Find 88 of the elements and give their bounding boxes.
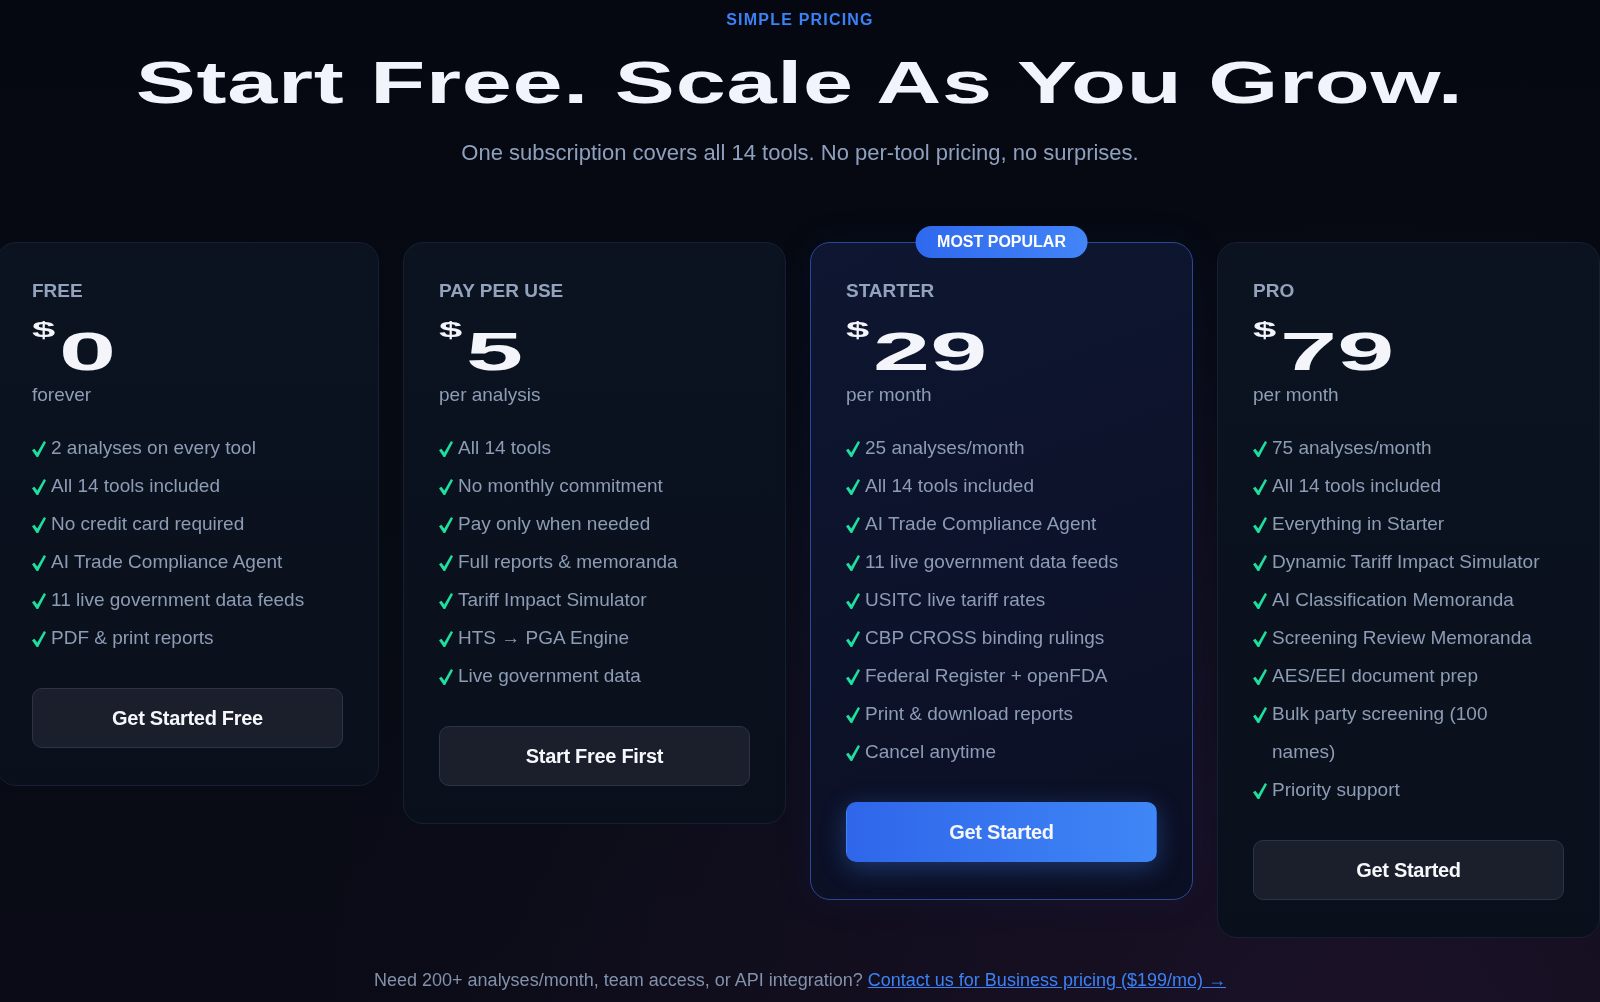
page-headline: Start Free. Scale As You Grow. <box>136 48 1464 118</box>
check-icon <box>32 631 46 647</box>
check-icon <box>1253 517 1267 533</box>
feature-text: PDF & print reports <box>51 626 214 650</box>
plan-name: PAY PER USE <box>439 279 564 303</box>
check-icon <box>439 517 453 533</box>
feature-text: Dynamic Tariff Impact Simulator <box>1272 550 1540 574</box>
check-icon <box>1253 783 1267 799</box>
feature-text: Tariff Impact Simulator <box>458 588 647 612</box>
feature-text: CBP CROSS binding rulings <box>865 626 1105 650</box>
check-icon <box>32 479 46 495</box>
footer-note: Need 200+ analyses/month, team access, or API integration? Contact us for Business pricing ($199/mo) → <box>374 969 1226 992</box>
check-icon <box>846 479 860 495</box>
price-amount: 0 <box>59 320 117 383</box>
check-icon <box>439 593 453 609</box>
feature-text: AI Classification Memoranda <box>1272 588 1514 612</box>
check-icon <box>32 441 46 457</box>
check-icon <box>1253 441 1267 457</box>
feature-text: Screening Review Memoranda <box>1272 626 1532 650</box>
check-icon <box>846 745 860 761</box>
price-amount: 29 <box>873 320 988 383</box>
feature-text: No credit card required <box>51 512 245 536</box>
check-icon <box>1253 669 1267 685</box>
check-icon <box>439 669 453 685</box>
feature-text: HTS → PGA Engine <box>458 626 630 650</box>
price-amount: 5 <box>466 320 524 383</box>
cta-button[interactable]: Get Started <box>846 802 1157 862</box>
feature-text: All 14 tools included <box>1272 474 1441 498</box>
feature-text: 11 live government data feeds <box>51 588 305 612</box>
currency-symbol: $ <box>439 319 463 341</box>
check-icon <box>439 441 453 457</box>
check-icon <box>1253 593 1267 609</box>
feature-text: Pay only when needed <box>458 512 651 536</box>
check-icon <box>1253 479 1267 495</box>
feature-text: All 14 tools included <box>865 474 1034 498</box>
feature-text: AI Trade Compliance Agent <box>51 550 283 574</box>
cta-button[interactable]: Get Started Free <box>32 688 343 748</box>
check-icon <box>1253 555 1267 571</box>
check-icon <box>32 517 46 533</box>
feature-text: Print & download reports <box>865 702 1074 726</box>
cta-button[interactable]: Start Free First <box>439 726 750 786</box>
check-icon <box>32 593 46 609</box>
feature-text: 11 live government data feeds <box>865 550 1119 574</box>
check-icon <box>439 555 453 571</box>
currency-symbol: $ <box>846 319 870 341</box>
price-period: forever <box>32 383 92 407</box>
check-icon <box>846 593 860 609</box>
feature-text: No monthly commitment <box>458 474 663 498</box>
check-icon <box>439 479 453 495</box>
feature-text: Cancel anytime <box>865 740 996 764</box>
check-icon <box>1253 631 1267 647</box>
price-period: per month <box>1253 383 1339 407</box>
plan-name: PRO <box>1253 279 1295 303</box>
plan-name: FREE <box>32 279 83 303</box>
cta-button[interactable]: Get Started <box>1253 840 1564 900</box>
price-period: per month <box>846 383 932 407</box>
plan-name: STARTER <box>846 279 935 303</box>
feature-text: 75 analyses/month <box>1272 436 1432 460</box>
page-subtitle: One subscription covers all 14 tools. No per-tool pricing, no surprises. <box>461 139 1139 167</box>
feature-text: Everything in Starter <box>1272 512 1445 536</box>
check-icon <box>846 669 860 685</box>
feature-text: Full reports & memoranda <box>458 550 678 574</box>
check-icon <box>846 555 860 571</box>
feature-text: 2 analyses on every tool <box>51 436 256 460</box>
feature-text: Priority support <box>1272 778 1400 802</box>
check-icon <box>32 555 46 571</box>
feature-text: USITC live tariff rates <box>865 588 1046 612</box>
section-eyebrow: SIMPLE PRICING <box>726 10 874 30</box>
feature-text: Live government data <box>458 664 641 688</box>
check-icon <box>846 631 860 647</box>
business-pricing-link[interactable]: Contact us for Business pricing ($199/mo) → <box>867 970 1226 990</box>
check-icon <box>846 441 860 457</box>
check-icon <box>439 631 453 647</box>
check-icon <box>846 517 860 533</box>
price-amount: 79 <box>1280 320 1395 383</box>
currency-symbol: $ <box>32 319 56 341</box>
currency-symbol: $ <box>1253 319 1277 341</box>
check-icon <box>1253 707 1267 723</box>
feature-text: All 14 tools included <box>51 474 220 498</box>
feature-text: All 14 tools <box>458 436 551 460</box>
popular-badge: MOST POPULAR <box>915 226 1088 258</box>
price-period: per analysis <box>439 383 541 407</box>
feature-text: Federal Register + openFDA <box>865 664 1108 688</box>
feature-text: AES/EEI document prep <box>1272 664 1478 688</box>
feature-text: Bulk party screening (100 names) <box>1272 702 1489 764</box>
feature-text: AI Trade Compliance Agent <box>865 512 1097 536</box>
check-icon <box>846 707 860 723</box>
feature-text: 25 analyses/month <box>865 436 1025 460</box>
